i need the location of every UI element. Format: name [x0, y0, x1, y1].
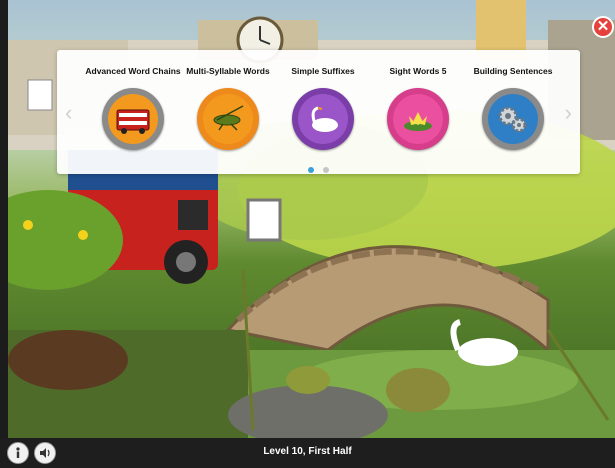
activity-label: Simple Suffixes	[291, 66, 355, 76]
activity-carousel: ‹ › Advanced Word Chains Multi-Syllable …	[57, 50, 580, 174]
page-dot[interactable]	[322, 167, 329, 173]
speaker-icon	[40, 448, 50, 458]
water-lily-icon	[404, 112, 432, 131]
bottom-bar: Level 10, First Half	[0, 438, 615, 468]
swan-icon	[311, 106, 338, 132]
activity-sight-words-5[interactable]: Sight Words 5	[369, 56, 467, 150]
activity-badge[interactable]	[197, 88, 259, 150]
carousel-prev-arrow[interactable]: ‹	[65, 100, 72, 126]
activity-simple-suffixes[interactable]: Simple Suffixes	[274, 56, 372, 150]
activity-label: Multi-Syllable Words	[186, 66, 270, 76]
close-button[interactable]: ✕	[592, 16, 614, 38]
info-icon	[16, 447, 20, 458]
carousel-next-arrow[interactable]: ›	[565, 100, 572, 126]
carousel-pagination	[57, 160, 580, 178]
activity-badge[interactable]	[387, 88, 449, 150]
activity-label: Building Sentences	[473, 66, 553, 76]
activity-advanced-word-chains[interactable]: Advanced Word Chains	[84, 56, 182, 150]
gears-icon	[498, 106, 527, 133]
grasshopper-icon	[213, 105, 244, 131]
info-button[interactable]	[7, 442, 29, 464]
activity-building-sentences[interactable]: Building Sentences	[464, 56, 562, 150]
activity-badge[interactable]	[292, 88, 354, 150]
activity-multi-syllable-words[interactable]: Multi-Syllable Words	[179, 56, 277, 150]
activity-badge[interactable]	[482, 88, 544, 150]
double-decker-bus-icon	[116, 109, 150, 134]
level-title: Level 10, First Half	[263, 446, 352, 457]
activity-badge[interactable]	[102, 88, 164, 150]
activity-label: Sight Words 5	[389, 66, 447, 76]
page-dot-active[interactable]	[308, 167, 315, 173]
game-screen: ✕ ‹ › Advanced Word Chains Multi-Syllabl…	[0, 0, 615, 468]
sound-button[interactable]	[34, 442, 56, 464]
left-bezel	[0, 0, 8, 438]
activity-label: Advanced Word Chains	[85, 66, 181, 76]
